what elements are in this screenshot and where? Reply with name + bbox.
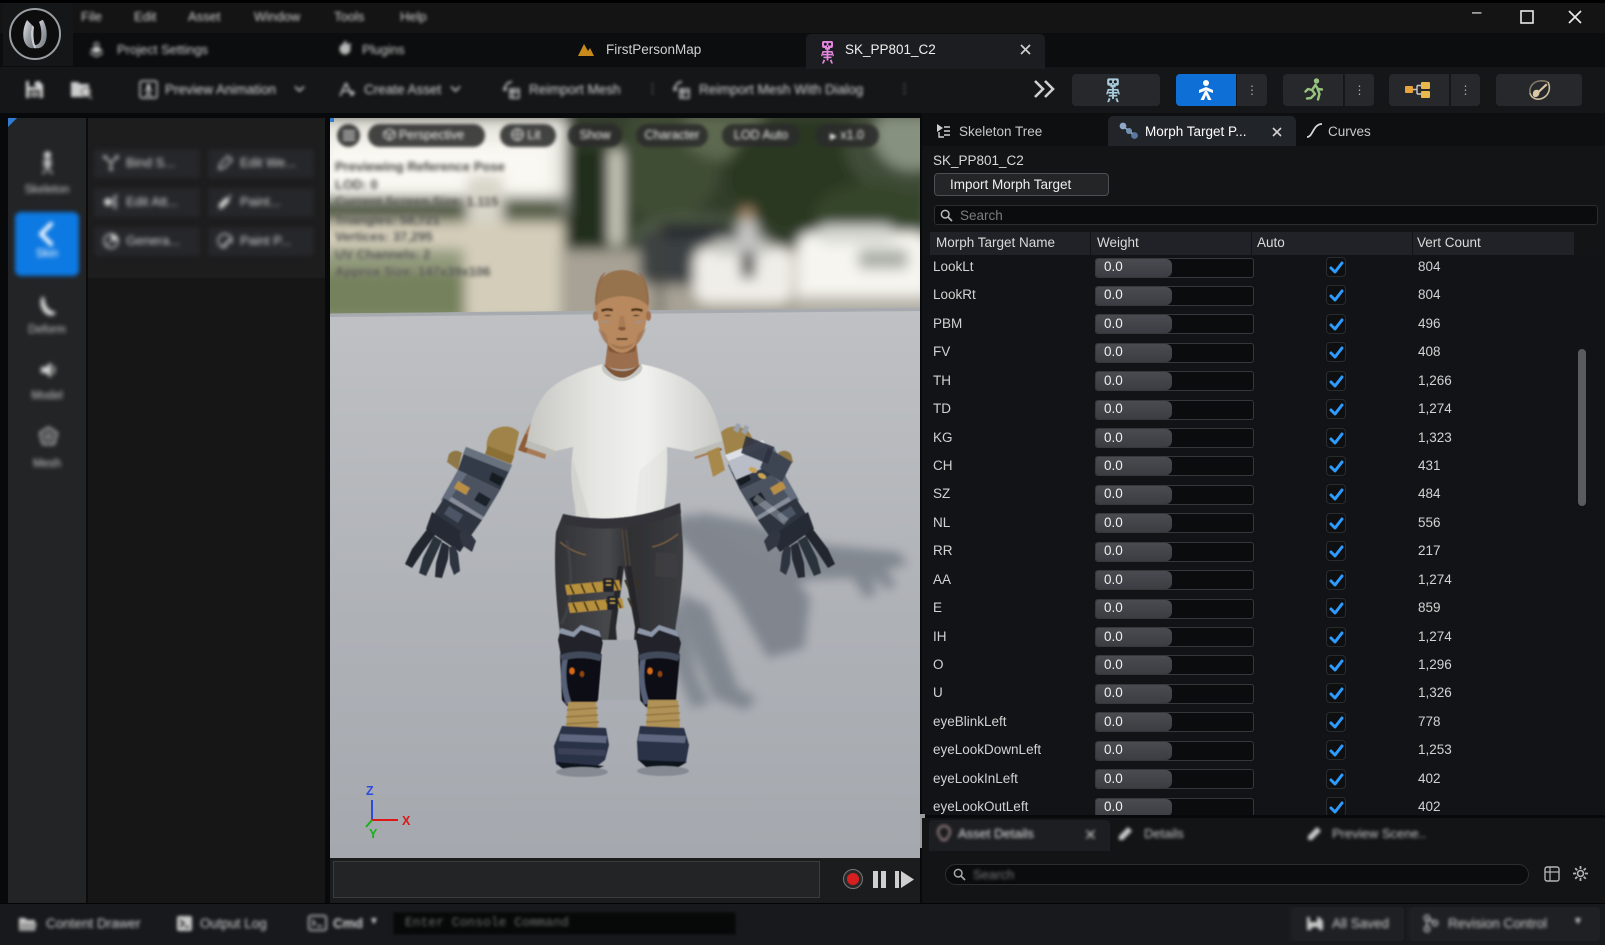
svg-text:Z: Z [366,784,374,798]
svg-text:X: X [402,814,411,828]
svg-text:Y: Y [369,827,378,840]
